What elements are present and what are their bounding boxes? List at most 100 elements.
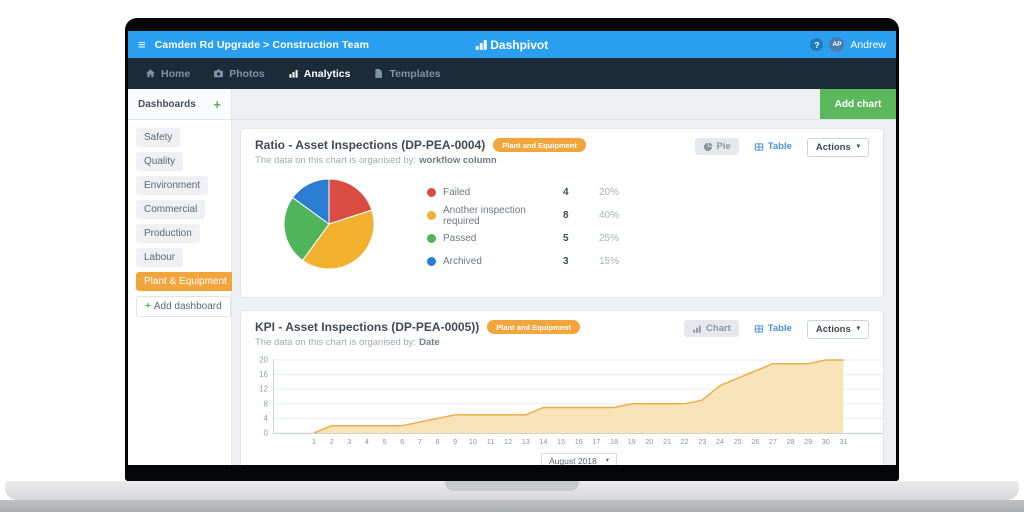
legend-row: Archived 3 15% [427,250,639,273]
sidebar-item-quality[interactable]: Quality [136,152,183,171]
svg-text:8: 8 [435,437,439,446]
user-name[interactable]: Andrew [850,39,886,51]
month-selector[interactable]: August 2018 ▾ [541,453,617,466]
chart-view-button[interactable]: Chart [684,320,739,337]
svg-text:4: 4 [365,437,369,446]
pie-chart[interactable] [281,176,377,272]
svg-text:7: 7 [418,437,422,446]
legend-row: Passed 5 25% [427,227,639,250]
card-header-right: Chart Table Actions ▾ [684,320,869,348]
sidebar-item-plant-equipment[interactable]: Plant & Equipment [136,272,235,291]
svg-text:5: 5 [383,437,387,446]
laptop-notch [445,481,579,491]
main-content: Ratio - Asset Inspections (DP-PEA-0004) … [232,120,896,465]
caret-down-icon: ▾ [857,144,860,151]
topbar-right: ? AP Andrew [810,37,886,52]
svg-text:17: 17 [592,437,600,446]
pie-view-button[interactable]: Pie [695,138,739,155]
svg-text:1: 1 [312,437,316,446]
laptop-screen: ≡ Camden Rd Upgrade > Construction Team … [125,18,899,481]
card-subtitle: The data on this chart is organised by:w… [255,155,586,166]
tab-photos[interactable]: Photos [213,68,265,80]
svg-text:0: 0 [264,429,269,438]
card-header-left: Ratio - Asset Inspections (DP-PEA-0004) … [255,138,586,166]
svg-text:15: 15 [557,437,565,446]
card-title: KPI - Asset Inspections (DP-PEA-0005)) [255,320,479,334]
legend-dot [427,211,436,220]
team-badge: Plant and Equipment [487,320,580,334]
actions-button[interactable]: Actions ▾ [807,320,869,339]
toolbar: Dashboards + Add chart [128,89,896,120]
sidebar-item-labour[interactable]: Labour [136,248,183,267]
legend-row: Failed 4 20% [427,181,639,204]
avatar[interactable]: AP [829,37,844,52]
caret-down-icon: ▾ [857,326,860,333]
sidebar-item-commercial[interactable]: Commercial [136,200,205,219]
table-view-button[interactable]: Table [746,320,800,337]
tab-templates[interactable]: Templates [373,68,440,80]
legend-dot [427,257,436,266]
svg-text:13: 13 [522,437,530,446]
app-logo: Dashpivot [476,38,549,52]
sidebar-item-safety[interactable]: Safety [136,128,180,147]
logo-bars-icon [476,40,487,50]
svg-text:2: 2 [330,437,334,446]
svg-text:16: 16 [259,370,268,379]
logo-text: Dashpivot [490,38,548,52]
chart-card-ratio: Ratio - Asset Inspections (DP-PEA-0004) … [240,128,884,298]
topbar: ≡ Camden Rd Upgrade > Construction Team … [128,31,896,58]
app-window: ≡ Camden Rd Upgrade > Construction Team … [128,31,896,465]
card-header-right: Pie Table Actions ▾ [695,138,869,166]
bar-chart-icon [692,324,702,334]
svg-text:27: 27 [769,437,777,446]
add-dashboard-plus-icon[interactable]: + [213,97,221,112]
caret-down-icon: ▾ [606,458,609,465]
sidebar-item-environment[interactable]: Environment [136,176,208,195]
svg-text:23: 23 [698,437,706,446]
main-nav: Home Photos Analytics Templates [128,58,896,89]
svg-text:4: 4 [264,414,269,423]
svg-text:16: 16 [575,437,583,446]
pie-card-body: Failed 4 20% Another inspection required… [241,176,883,273]
add-dashboard-button[interactable]: +Add dashboard [136,296,231,317]
actions-button[interactable]: Actions ▾ [807,138,869,157]
legend-dot [427,188,436,197]
help-icon[interactable]: ? [810,38,823,51]
svg-text:11: 11 [487,437,495,446]
card-header-left: KPI - Asset Inspections (DP-PEA-0005)) P… [255,320,580,348]
svg-text:14: 14 [539,437,547,446]
svg-text:19: 19 [628,437,636,446]
svg-text:9: 9 [453,437,457,446]
table-view-button[interactable]: Table [746,138,800,155]
body-row: Safety Quality Environment Commercial Pr… [128,120,896,465]
card-header: KPI - Asset Inspections (DP-PEA-0005)) P… [241,311,883,348]
pie-icon [703,142,713,152]
svg-text:3: 3 [347,437,351,446]
svg-text:6: 6 [400,437,404,446]
svg-text:20: 20 [259,356,268,365]
file-icon [373,68,384,79]
breadcrumb[interactable]: Camden Rd Upgrade > Construction Team [155,39,369,51]
svg-text:12: 12 [259,385,268,394]
legend-dot [427,234,436,243]
svg-text:31: 31 [839,437,847,446]
svg-text:10: 10 [469,437,477,446]
svg-text:12: 12 [504,437,512,446]
card-header: Ratio - Asset Inspections (DP-PEA-0004) … [241,129,883,166]
chart-card-kpi: KPI - Asset Inspections (DP-PEA-0005)) P… [240,310,884,465]
add-chart-button[interactable]: Add chart [820,89,896,119]
bar-chart-icon [288,68,299,79]
menu-icon[interactable]: ≡ [138,38,146,51]
svg-text:8: 8 [264,399,269,408]
area-chart[interactable]: 0481216201234567891011121314151617181920… [241,356,883,451]
tab-home[interactable]: Home [145,68,190,80]
camera-icon [213,68,224,79]
svg-text:30: 30 [822,437,830,446]
svg-text:28: 28 [786,437,794,446]
tab-analytics[interactable]: Analytics [288,68,351,80]
table-icon [754,324,764,334]
svg-text:22: 22 [681,437,689,446]
sidebar-item-production[interactable]: Production [136,224,200,243]
legend-row: Another inspection required 8 40% [427,204,639,227]
svg-text:29: 29 [804,437,812,446]
